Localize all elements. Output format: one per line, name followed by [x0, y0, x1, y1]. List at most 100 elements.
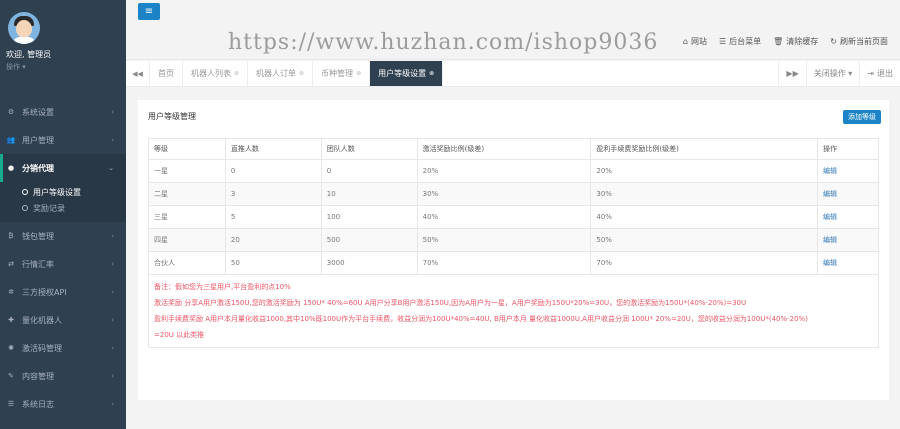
table-row: 三星 5 100 40% 40% 编辑: [148, 205, 879, 229]
submenu-item-label: 奖励记录: [33, 203, 65, 213]
chevron-left-icon: ‹: [111, 344, 114, 352]
close-operations-dropdown[interactable]: 关闭操作 ▾: [805, 61, 860, 86]
tab-currency-management[interactable]: 币种管理 ⊗: [313, 61, 371, 86]
users-icon: 👥: [6, 136, 16, 144]
bitcoin-icon: ₿: [8, 232, 14, 240]
edit-link[interactable]: 编辑: [817, 182, 879, 206]
close-icon[interactable]: ⊗: [234, 70, 239, 77]
chevron-left-icon: ‹: [111, 108, 114, 116]
table-cell: 500: [320, 228, 418, 252]
backend-menu-link[interactable]: ☰ 后台菜单: [719, 36, 761, 47]
table-row: 合伙人 50 3000 70% 70% 编辑: [148, 251, 879, 275]
tab-user-level-settings[interactable]: 用户等级设置 ⊗: [370, 61, 444, 86]
edit-link[interactable]: 编辑: [817, 205, 879, 229]
note-line: 备注：假如您为三星用户,平台盈利的点10%: [154, 283, 291, 291]
submenu-item-level-settings[interactable]: 用户等级设置: [0, 184, 126, 200]
close-icon[interactable]: ⊗: [356, 70, 361, 77]
level-panel: 用户等级管理 添加等级 等级 直推人数 团队人数 激活奖励比例(级差) 盈利手续…: [138, 100, 889, 400]
tab-home[interactable]: 首页: [150, 61, 183, 86]
logout-label: 退出: [877, 69, 893, 78]
table-cell: 一星: [148, 159, 226, 183]
avatar[interactable]: [8, 12, 40, 44]
tab-robot-list[interactable]: 机器人列表 ⊗: [183, 61, 249, 86]
table-cell: 0: [320, 159, 418, 183]
chevron-left-icon: ‹: [111, 316, 114, 324]
sidebar-item-activation-codes[interactable]: ✺ 激活码管理 ‹: [0, 334, 126, 362]
sidebar-item-label: 三方授权API: [22, 287, 67, 297]
list-icon: ☰: [7, 400, 15, 408]
website-link-label: 网站: [690, 37, 707, 46]
table-cell: 30%: [590, 182, 819, 206]
list-icon: ☰: [718, 37, 727, 46]
submenu-item-label: 用户等级设置: [33, 187, 81, 197]
trash-icon: 🗑: [773, 37, 784, 46]
close-icon[interactable]: ⊗: [299, 70, 304, 77]
clear-cache-link[interactable]: 🗑 清除缓存: [773, 36, 818, 47]
table-cell: 40%: [590, 205, 819, 229]
watermark-text: https://www.huzhan.com/ishop9036: [228, 30, 659, 55]
sidebar-item-distribution[interactable]: ● 分销代理 ⌄: [0, 154, 126, 182]
table-cell: 3: [224, 182, 322, 206]
sidebar-item-system-logs[interactable]: ☰ 系统日志 ‹: [0, 390, 126, 418]
table-row: 二星 3 10 30% 30% 编辑: [148, 182, 879, 206]
menu-toggle-button[interactable]: ≡: [138, 3, 160, 20]
sidebar-item-exchange-rates[interactable]: ⇄ 行情汇率 ‹: [0, 250, 126, 278]
tab-bar: ◀◀ 首页 机器人列表 ⊗ 机器人订单 ⊗ 币种管理 ⊗ 用户等级设置 ⊗ ▶▶ 关闭操…: [126, 61, 900, 87]
submenu-item-reward-records[interactable]: 奖励记录: [0, 200, 126, 216]
sidebar-menu: ⚙ 系统设置 ‹ 👥 用户管理 ‹ ● 分销代理 ⌄ 用户等级设置 奖励记录 ₿: [0, 98, 126, 418]
edit-link[interactable]: 编辑: [817, 251, 879, 275]
website-link[interactable]: ⌂ 网站: [683, 36, 707, 47]
edit-link[interactable]: 编辑: [817, 228, 879, 252]
sidebar-item-wallet[interactable]: ₿ 钱包管理 ‹: [0, 222, 126, 250]
sidebar-item-system-settings[interactable]: ⚙ 系统设置 ‹: [0, 98, 126, 126]
note-line: =20U 以此类推: [154, 331, 205, 339]
add-level-button[interactable]: 添加等级: [843, 110, 881, 124]
sidebar-item-third-party-api[interactable]: ✲ 三方授权API ‹: [0, 278, 126, 306]
column-header: 激活奖励比例(级差): [416, 138, 592, 160]
sidebar: 欢迎, 管理员 操作 ▾ ⚙ 系统设置 ‹ 👥 用户管理 ‹ ● 分销代理 ⌄ …: [0, 0, 126, 429]
tab-label: 机器人订单: [256, 69, 297, 78]
tab-robot-orders[interactable]: 机器人订单 ⊗: [248, 61, 314, 86]
table-cell: 10: [320, 182, 418, 206]
role-dropdown[interactable]: 操作 ▾: [6, 62, 126, 72]
edit-link[interactable]: 编辑: [817, 159, 879, 183]
sidebar-item-content[interactable]: ✎ 内容管理 ‹: [0, 362, 126, 390]
sidebar-item-label: 系统日志: [22, 399, 54, 409]
refresh-page-link[interactable]: ↻ 刷新当前页面: [830, 36, 888, 47]
edit-icon: ✎: [8, 372, 14, 380]
chevron-left-icon: ‹: [111, 260, 114, 268]
sidebar-item-quant-robot[interactable]: ✚ 量化机器人 ‹: [0, 306, 126, 334]
table-cell: 5: [224, 205, 322, 229]
gear-icon: ✲: [8, 288, 14, 296]
table-cell: 50%: [416, 228, 592, 252]
logout-button[interactable]: ⇥ 退出: [859, 61, 900, 86]
home-icon: ⌂: [682, 37, 688, 46]
sidebar-item-label: 内容管理: [22, 371, 54, 381]
close-icon[interactable]: ⊗: [429, 70, 434, 77]
sign-out-icon: ⇥: [867, 69, 874, 78]
chevron-left-icon: ‹: [111, 400, 114, 408]
tab-label: 币种管理: [321, 69, 354, 78]
sidebar-item-user-management[interactable]: 👥 用户管理 ‹: [0, 126, 126, 154]
table-row: 四星 20 500 50% 50% 编辑: [148, 228, 879, 252]
tab-scroll-right-button[interactable]: ▶▶: [778, 61, 805, 86]
table-cell: 20%: [416, 159, 592, 183]
column-header: 等级: [148, 138, 226, 160]
chevron-left-icon: ‹: [111, 136, 114, 144]
column-header: 直推人数: [224, 138, 322, 160]
table-cell: 四星: [148, 228, 226, 252]
tab-label: 用户等级设置: [378, 69, 427, 78]
refresh-icon: ↻: [830, 37, 837, 46]
refresh-page-label: 刷新当前页面: [840, 37, 888, 46]
tab-scroll-left-button[interactable]: ◀◀: [126, 61, 150, 86]
sidebar-item-label: 用户管理: [22, 135, 54, 145]
column-header: 盈利手续费奖励比例(级差): [590, 138, 819, 160]
table-cell: 50%: [590, 228, 819, 252]
top-bar: ≡ https://www.huzhan.com/ishop9036 ⌂ 网站 ☰…: [126, 0, 900, 60]
circle-icon: [22, 189, 28, 195]
table-cell: 二星: [148, 182, 226, 206]
column-header: 操作: [817, 138, 879, 160]
chevron-left-icon: ‹: [111, 232, 114, 240]
sidebar-item-label: 分销代理: [22, 163, 54, 173]
sidebar-item-label: 量化机器人: [22, 315, 62, 325]
